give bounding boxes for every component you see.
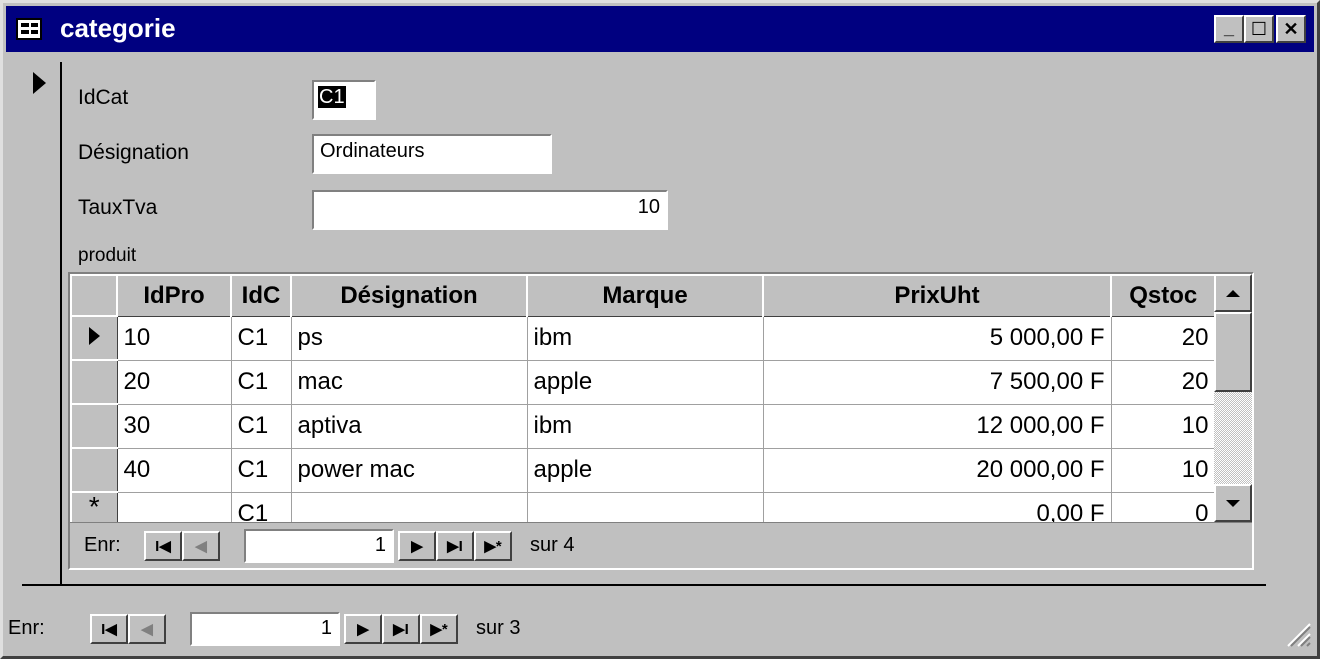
cell-designation[interactable]: aptiva: [291, 404, 528, 449]
cell-prixuht[interactable]: 20 000,00 F: [763, 448, 1112, 493]
prev-record-button[interactable]: ◀: [128, 614, 166, 644]
scroll-thumb[interactable]: [1214, 312, 1252, 392]
window-title: categorie: [60, 13, 176, 43]
subform-new-record-button[interactable]: ▶*: [474, 531, 512, 561]
subform-record-number-input[interactable]: 1: [244, 529, 394, 563]
tauxtva-label: TauxTva: [78, 196, 158, 219]
subform-first-record-button[interactable]: I◀: [144, 531, 182, 561]
cell-idc[interactable]: C1: [231, 404, 292, 449]
table-row[interactable]: 10 C1 ps ibm 5 000,00 F 20: [70, 315, 1216, 361]
arrow-up-icon: [1226, 289, 1240, 297]
cell-idpro[interactable]: 30: [117, 404, 232, 449]
record-number-input[interactable]: 1: [190, 612, 340, 646]
idcat-label: IdCat: [78, 86, 129, 109]
scroll-down-button[interactable]: [1214, 484, 1252, 522]
subform-next-record-button[interactable]: ▶: [398, 531, 436, 561]
cell-prixuht[interactable]: 5 000,00 F: [763, 316, 1112, 361]
idcat-field[interactable]: C1: [312, 80, 376, 120]
select-all-cell[interactable]: [70, 274, 118, 317]
cell-idpro[interactable]: 40: [117, 448, 232, 493]
designation-field[interactable]: Ordinateurs: [312, 134, 552, 174]
scroll-up-button[interactable]: [1214, 274, 1252, 312]
cell-marque[interactable]: apple: [527, 448, 764, 493]
cell-qstoc[interactable]: 20: [1111, 360, 1216, 405]
subform-produit: IdPro IdC Désignation Marque PrixUht Qst…: [68, 272, 1254, 570]
row-selector[interactable]: [70, 359, 118, 405]
table-row[interactable]: 30 C1 aptiva ibm 12 000,00 F 10: [70, 403, 1216, 449]
record-count: sur 3: [476, 617, 521, 639]
cell-marque[interactable]: ibm: [527, 404, 764, 449]
subform-nav-label: Enr:: [84, 534, 121, 556]
row-selector[interactable]: [70, 403, 118, 449]
last-record-button[interactable]: ▶I: [382, 614, 420, 644]
cell-designation[interactable]: mac: [291, 360, 528, 405]
new-record-button[interactable]: ▶*: [420, 614, 458, 644]
vertical-scrollbar[interactable]: [1214, 274, 1252, 522]
cell-marque[interactable]: ibm: [527, 316, 764, 361]
column-header-idpro[interactable]: IdPro: [116, 274, 232, 317]
designation-label: Désignation: [78, 141, 189, 164]
cell-qstoc[interactable]: 20: [1111, 316, 1216, 361]
idcat-value: C1: [318, 86, 346, 108]
subform-record-count: sur 4: [530, 534, 575, 556]
main-nav-bar: Enr: I◀ ◀ 1 ▶ ▶I ▶* sur 3: [6, 606, 1296, 650]
subform-nav-bar: Enr: I◀ ◀ 1 ▶ ▶I ▶* sur 4: [70, 522, 1252, 568]
record-selector-bar[interactable]: [22, 62, 62, 584]
subform-prev-record-button[interactable]: ◀: [182, 531, 220, 561]
tauxtva-field[interactable]: 10: [312, 190, 668, 230]
row-selector[interactable]: [70, 315, 118, 361]
form-divider: [22, 584, 1266, 586]
grid-header-row: IdPro IdC Désignation Marque PrixUht Qst…: [70, 274, 1216, 317]
column-header-qstoc[interactable]: Qstoc: [1110, 274, 1216, 317]
subform-last-record-button[interactable]: ▶I: [436, 531, 474, 561]
cell-prixuht[interactable]: 12 000,00 F: [763, 404, 1112, 449]
cell-designation[interactable]: power mac: [291, 448, 528, 493]
maximize-button[interactable]: ☐: [1244, 15, 1274, 43]
row-selector[interactable]: [70, 447, 118, 493]
cell-marque[interactable]: apple: [527, 360, 764, 405]
close-button[interactable]: ✕: [1276, 15, 1306, 43]
title-bar[interactable]: [6, 6, 1314, 52]
table-row[interactable]: 40 C1 power mac apple 20 000,00 F 10: [70, 447, 1216, 493]
cell-idc[interactable]: C1: [231, 448, 292, 493]
minimize-button[interactable]: _: [1214, 15, 1244, 43]
column-header-marque[interactable]: Marque: [526, 274, 764, 317]
cell-idc[interactable]: C1: [231, 360, 292, 405]
column-header-idc[interactable]: IdC: [230, 274, 292, 317]
subform-label: produit: [78, 245, 137, 266]
product-grid: IdPro IdC Désignation Marque PrixUht Qst…: [70, 274, 1216, 536]
form-icon: [16, 18, 42, 40]
cell-qstoc[interactable]: 10: [1111, 448, 1216, 493]
cell-idpro[interactable]: 10: [117, 316, 232, 361]
column-header-designation[interactable]: Désignation: [290, 274, 528, 317]
main-nav-label: Enr:: [8, 617, 45, 639]
arrow-down-icon: [1226, 499, 1240, 507]
cell-designation[interactable]: ps: [291, 316, 528, 361]
resize-grip-icon[interactable]: [1282, 618, 1312, 648]
resize-grip-graphic: [1287, 623, 1311, 647]
cell-qstoc[interactable]: 10: [1111, 404, 1216, 449]
next-record-button[interactable]: ▶: [344, 614, 382, 644]
current-row-icon: [88, 327, 100, 345]
column-header-prixuht[interactable]: PrixUht: [762, 274, 1112, 317]
current-record-icon: [33, 72, 46, 94]
cell-idpro[interactable]: 20: [117, 360, 232, 405]
table-row[interactable]: 20 C1 mac apple 7 500,00 F 20: [70, 359, 1216, 405]
cell-idc[interactable]: C1: [231, 316, 292, 361]
first-record-button[interactable]: I◀: [90, 614, 128, 644]
cell-prixuht[interactable]: 7 500,00 F: [763, 360, 1112, 405]
